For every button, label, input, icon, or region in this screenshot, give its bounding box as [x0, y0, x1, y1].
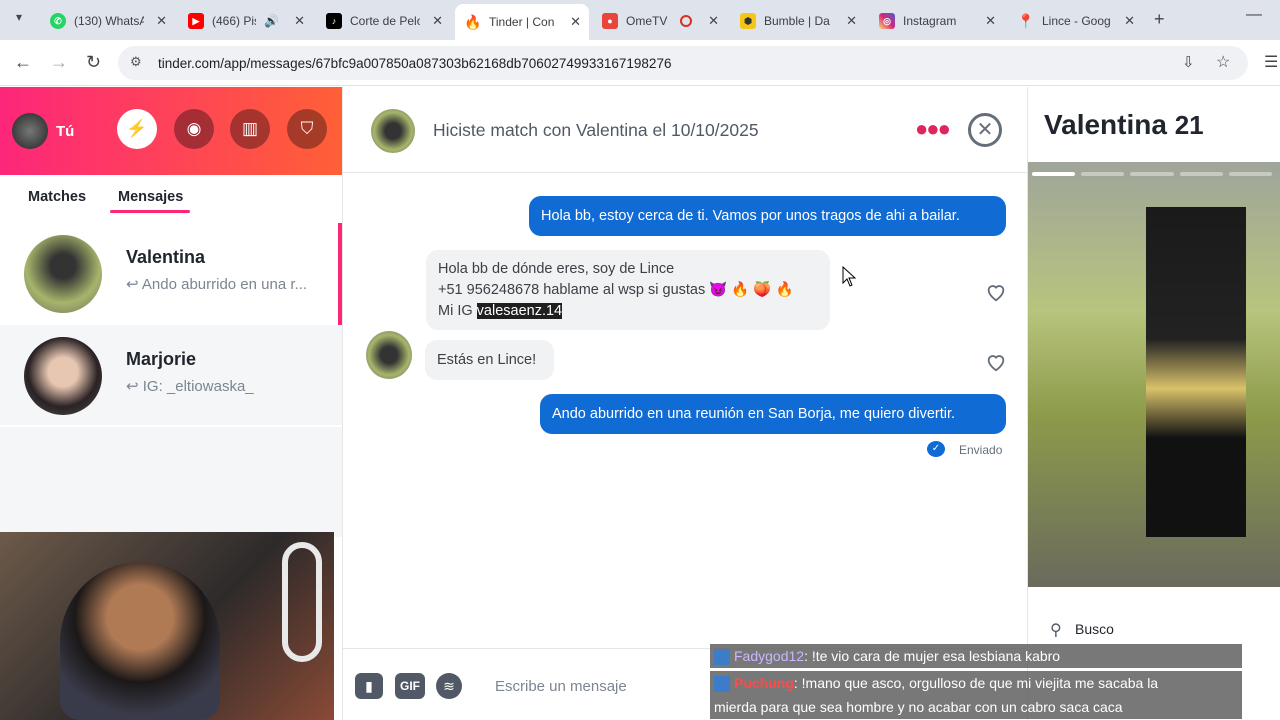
tinder-flame-icon: 🔥	[464, 13, 482, 30]
maps-pin-icon: 📍	[1017, 12, 1035, 29]
tab-tiktok[interactable]: ♪ Corte de Pelo ✕	[316, 7, 451, 35]
close-tab-icon[interactable]: ✕	[708, 13, 719, 29]
close-tab-icon[interactable]: ✕	[432, 13, 443, 29]
message-sent[interactable]: Hola bb, estoy cerca de ti. Vamos por un…	[529, 196, 1006, 236]
tab-tinder[interactable]: 🔥 Tinder | Con ✕	[455, 4, 589, 40]
youtube-icon: ▶	[188, 13, 204, 29]
tinder-user-header: Tú ⚡ ◉ ▥ ⛉	[0, 87, 342, 175]
conversation-preview: ↩ IG: _eltiowaska_	[126, 378, 254, 395]
sent-check-icon: ✓	[927, 441, 945, 457]
recording-icon	[680, 15, 692, 27]
minimize-window-icon[interactable]: —	[1246, 6, 1262, 24]
conversation-name: Valentina	[126, 247, 206, 267]
chat-badge-icon	[714, 649, 730, 666]
bumble-icon: ⬢	[740, 13, 756, 29]
close-tab-icon[interactable]: ✕	[570, 14, 581, 30]
reload-icon[interactable]: ↻	[86, 52, 101, 73]
tab-messages[interactable]: Mensajes	[118, 189, 183, 205]
stream-chat-line: Fadygod12: !te vio cara de mujer esa les…	[710, 644, 1242, 668]
tab-instagram[interactable]: ◎ Instagram ✕	[869, 7, 1004, 35]
forward-arrow-icon[interactable]: →	[50, 52, 68, 73]
tab-youtube[interactable]: ▶ (466) Pisando 🔊 ✕	[178, 7, 313, 35]
photo-figure	[1146, 207, 1246, 537]
bookmark-star-icon[interactable]: ☆	[1216, 52, 1230, 72]
audio-playing-icon[interactable]: 🔊	[264, 14, 279, 28]
conversation-name: Marjorie	[126, 349, 197, 369]
tab-bumble[interactable]: ⬢ Bumble | Da ✕	[730, 7, 865, 35]
browser-tab-bar: ▾ ✆ (130) WhatsApp ✕ ▶ (466) Pisando 🔊 ✕…	[0, 0, 1280, 40]
mouse-cursor-icon	[842, 266, 857, 287]
ometv-icon: ●	[602, 13, 618, 29]
active-tab-indicator	[110, 210, 190, 213]
user-avatar[interactable]	[12, 113, 48, 149]
explore-compass-icon[interactable]: ◉	[174, 109, 214, 149]
tab-search-icon[interactable]: ▾	[8, 10, 30, 30]
close-tab-icon[interactable]: ✕	[156, 13, 167, 29]
new-tab-icon[interactable]: +	[1154, 9, 1165, 30]
ring-light	[282, 542, 322, 662]
boost-bolt-icon[interactable]: ⚡	[117, 109, 157, 149]
stream-chat-line: Puchung: !mano que asco, orgulloso de qu…	[710, 671, 1242, 695]
match-avatar[interactable]	[371, 109, 415, 153]
panel-divider	[342, 87, 343, 720]
tab-whatsapp[interactable]: ✆ (130) WhatsApp ✕	[40, 7, 175, 35]
selected-text-highlight: valesaenz.14	[476, 303, 563, 319]
avatar	[24, 337, 102, 415]
profile-photo[interactable]	[1028, 162, 1280, 587]
url-field[interactable]: ⚙ tinder.com/app/messages/67bfc9a007850a…	[118, 46, 1248, 80]
conversation-panel: Matches Mensajes Valentina ↩ Ando aburri…	[0, 175, 342, 537]
tab-matches[interactable]: Matches	[28, 189, 86, 205]
tiktok-icon: ♪	[326, 13, 342, 29]
like-heart-icon[interactable]	[985, 281, 1007, 303]
delivery-status: Enviado	[959, 443, 1003, 457]
streamer-webcam	[0, 532, 334, 720]
close-tab-icon[interactable]: ✕	[1124, 13, 1135, 29]
message-input[interactable]: Escribe un mensaje	[495, 678, 627, 695]
sticker-icon[interactable]: ▮	[355, 673, 383, 699]
avatar	[24, 235, 102, 313]
list-empty-area	[0, 427, 342, 537]
profile-age: 21	[1174, 110, 1204, 140]
close-tab-icon[interactable]: ✕	[294, 13, 305, 29]
whatsapp-icon: ✆	[50, 13, 66, 29]
tab-google-maps[interactable]: 📍 Lince - Goog ✕	[1008, 7, 1143, 35]
message-received[interactable]: Estás en Lince!	[425, 340, 554, 380]
like-heart-icon[interactable]	[985, 351, 1007, 373]
match-date-title: Hiciste match con Valentina el 10/10/202…	[433, 120, 759, 140]
browser-menu-icon[interactable]: ☰	[1264, 52, 1278, 72]
conversation-preview: ↩ Ando aburrido en una r...	[126, 276, 308, 293]
match-avatar[interactable]	[366, 331, 412, 379]
streamer-silhouette	[60, 562, 220, 720]
back-arrow-icon[interactable]: ←	[14, 52, 32, 73]
install-app-icon[interactable]: ⇩	[1182, 53, 1195, 71]
close-chat-icon[interactable]: ✕	[968, 113, 1002, 147]
gif-button[interactable]: GIF	[395, 673, 425, 699]
close-tab-icon[interactable]: ✕	[985, 13, 996, 29]
stream-chat-line: mierda para que sea hombre y no acabar c…	[710, 695, 1242, 719]
message-sent[interactable]: Ando aburrido en una reunión en San Borj…	[540, 394, 1006, 434]
conversation-item-valentina[interactable]: Valentina ↩ Ando aburrido en una r...	[0, 223, 342, 325]
address-bar-row: ← → ↻ ⚙ tinder.com/app/messages/67bfc9a0…	[0, 40, 1280, 86]
tab-ometv[interactable]: ● OmeTV ✕	[592, 7, 727, 35]
message-received[interactable]: Hola bb de dónde eres, soy de Lince +51 …	[426, 250, 830, 330]
photo-progress-bar	[1032, 172, 1273, 176]
more-options-icon[interactable]: ●●●	[915, 116, 951, 142]
search-icon: ⚲	[1050, 622, 1062, 639]
user-label[interactable]: Tú	[56, 123, 74, 140]
spotify-icon[interactable]: ≋	[436, 673, 462, 699]
chat-header: Hiciste match con Valentina el 10/10/202…	[343, 87, 1027, 173]
close-tab-icon[interactable]: ✕	[846, 13, 857, 29]
profile-name: Valentina	[1044, 109, 1167, 140]
looking-for-label: Busco	[1075, 621, 1114, 637]
site-settings-icon[interactable]: ⚙	[130, 54, 142, 70]
chat-badge-icon	[714, 676, 730, 693]
instagram-icon: ◎	[879, 13, 895, 29]
gallery-icon[interactable]: ▥	[230, 109, 270, 149]
conversation-item-marjorie[interactable]: Marjorie ↩ IG: _eltiowaska_	[0, 325, 342, 425]
safety-shield-icon[interactable]: ⛉	[287, 109, 327, 149]
